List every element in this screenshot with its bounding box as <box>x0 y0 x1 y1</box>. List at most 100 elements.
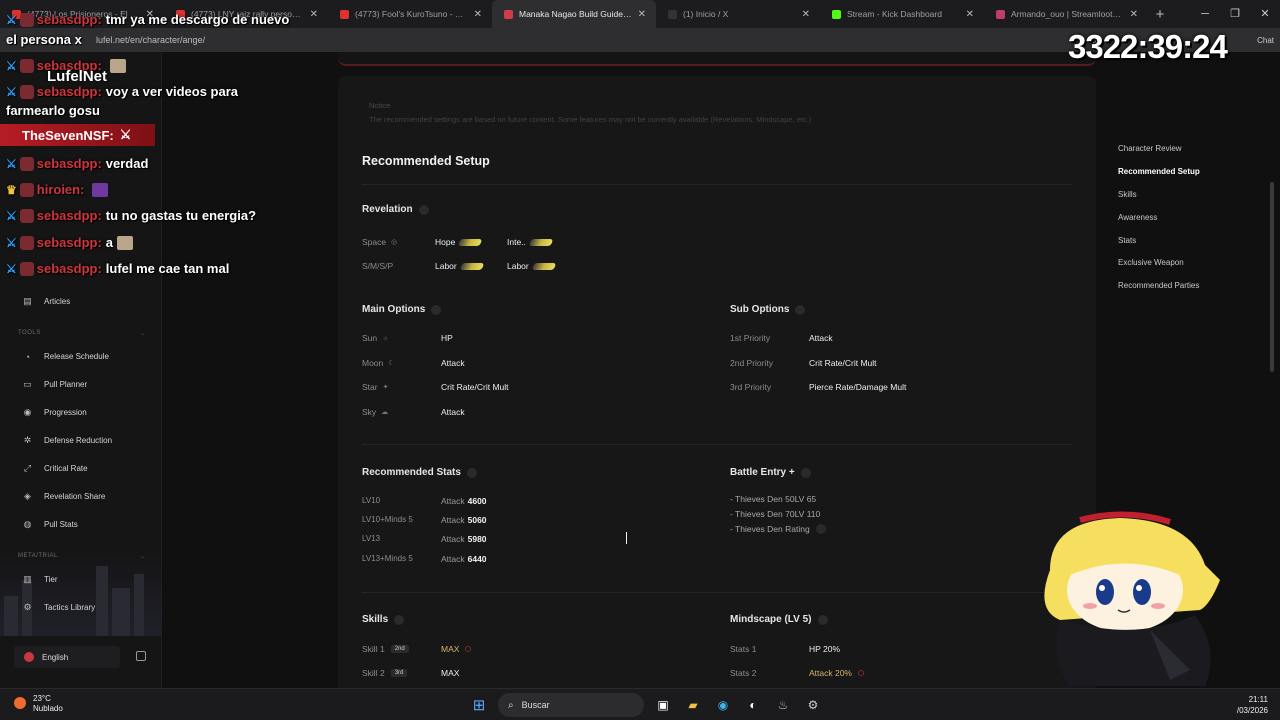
toc-recommended-parties[interactable]: Recommended Parties <box>1118 281 1199 290</box>
sidebar-section-meta[interactable]: META/TRIAL ⌄ <box>18 553 145 560</box>
help-icon[interactable] <box>800 467 811 478</box>
sidebar-item-tier[interactable]: ▥ Tier <box>22 574 57 585</box>
sidebar-item-defense-reduction[interactable]: ✲ Defense Reduction <box>22 435 112 446</box>
mascot-character-image <box>1044 511 1220 686</box>
skill-order-badge: 2nd <box>390 645 409 653</box>
taskbar-search[interactable]: ⌕ Buscar <box>498 693 644 717</box>
chat-message: ♛ hiroien: <box>6 182 109 197</box>
sidebar-item-tactics-library[interactable]: ⚙ Tactics Library <box>22 602 95 613</box>
notice-title: Notice <box>369 101 391 110</box>
site-logo[interactable]: LufelNet <box>47 68 107 85</box>
divider <box>362 592 1072 593</box>
toc-stats[interactable]: Stats <box>1118 236 1136 245</box>
maximize-icon[interactable]: ❐ <box>1220 0 1250 28</box>
revelation-label: Space ◎ <box>362 237 398 247</box>
toc-skills[interactable]: Skills <box>1118 190 1137 199</box>
option-label: Moon ☾ <box>362 358 395 368</box>
sidebar-item-release-schedule[interactable]: ◔ Release Schedule <box>22 351 109 362</box>
browser-tab[interactable]: Armando_ouo | Streamloots | Inte✕ <box>984 0 1148 28</box>
divider <box>362 184 1072 185</box>
revelation-card[interactable]: Hope <box>435 237 483 247</box>
help-icon[interactable] <box>795 304 806 315</box>
browser-tab[interactable]: (1) Inicio / X ✕ <box>656 0 820 28</box>
option-label: Star ✦ <box>362 382 389 392</box>
browser-tab-active[interactable]: Manaka Nagao Build Guide | Lufel✕ <box>492 0 656 28</box>
close-tab-icon[interactable]: ✕ <box>802 9 810 20</box>
help-icon[interactable] <box>418 204 429 215</box>
skill-order-badge: 3rd <box>390 669 408 677</box>
emote-icon <box>92 182 109 197</box>
weather-widget[interactable]: 23°C Nublado <box>14 694 63 714</box>
close-window-icon[interactable]: ✕ <box>1250 0 1280 28</box>
help-icon[interactable] <box>431 304 442 315</box>
sidebar-item-pull-planner[interactable]: ▭ Pull Planner <box>22 379 87 390</box>
file-explorer-icon[interactable]: ▰ <box>682 694 704 716</box>
city-silhouette-decoration <box>0 552 162 636</box>
battle-entry-item: - Thieves Den Rating <box>730 524 826 534</box>
card-icon <box>459 262 485 270</box>
help-icon[interactable] <box>817 614 828 625</box>
close-tab-icon[interactable]: ✕ <box>1130 9 1138 20</box>
help-icon[interactable] <box>466 467 477 478</box>
streamloots-icon <box>996 9 1005 19</box>
card-icon <box>528 238 554 246</box>
sidebar-section-tools[interactable]: TOOLS ⌄ <box>18 330 145 337</box>
browser-icon[interactable]: ◐ <box>742 694 764 716</box>
help-icon[interactable] <box>394 614 405 625</box>
revelation-card[interactable]: Inte.. <box>507 237 554 247</box>
chat-button[interactable]: Chat <box>1257 36 1274 45</box>
sidebar-item-progression[interactable]: ◉ Progression <box>22 407 87 418</box>
language-selector[interactable]: English <box>14 646 120 668</box>
chat-highlight-banner: TheSevenNSF: ⚔ <box>0 124 155 146</box>
avatar <box>19 12 34 27</box>
sword-icon: ⚔ <box>119 127 132 142</box>
scrollbar[interactable] <box>1270 182 1274 372</box>
sword-icon: ⚔ <box>6 261 17 276</box>
avatar <box>19 58 34 73</box>
collapse-sidebar-icon[interactable] <box>136 651 146 661</box>
card-icon <box>458 238 483 246</box>
revelation-heading: Revelation <box>362 204 429 215</box>
browser-tab[interactable]: (4773) Fool's KuroTsuno - YouTube✕ <box>328 0 492 28</box>
system-clock[interactable]: 21:11 /03/2026 <box>1237 694 1268 716</box>
sword-icon: ⚔ <box>6 208 17 223</box>
option-label: Sun ☼ <box>362 333 389 343</box>
stat-value: Attack 5060 <box>441 515 487 525</box>
taskbar: 23°C Nublado ⊞ ⌕ Buscar ▣ ▰ ◉ ◐ ♨ ⚙ 21:11… <box>0 688 1280 720</box>
sidebar-item-pull-stats[interactable]: ◍ Pull Stats <box>22 519 78 530</box>
toc-exclusive-weapon[interactable]: Exclusive Weapon <box>1118 258 1184 267</box>
steam-icon[interactable]: ♨ <box>772 694 794 716</box>
revelation-card[interactable]: Labor <box>507 261 557 271</box>
chat-message: ⚔ sebasdpp: tmr ya me descargo de nuevo <box>6 12 290 27</box>
new-tab-button[interactable]: + <box>1148 6 1172 23</box>
start-menu-icon[interactable]: ⊞ <box>468 694 490 716</box>
sidebar-item-critical-rate[interactable]: ⤢ Critical Rate <box>22 463 88 474</box>
browser-tab[interactable]: Stream - Kick Dashboard ✕ <box>820 0 984 28</box>
close-tab-icon[interactable]: ✕ <box>474 9 482 20</box>
sword-icon: ⚔ <box>6 58 17 73</box>
share-icon: ◈ <box>24 491 31 501</box>
library-icon: ⚙ <box>23 602 32 612</box>
kick-icon <box>832 9 841 19</box>
search-icon: ⌕ <box>508 699 514 711</box>
toc-character-review[interactable]: Character Review <box>1118 144 1182 153</box>
chat-message: ⚔ sebasdpp: a <box>6 235 134 250</box>
battle-entry-heading: Battle Entry + <box>730 467 811 478</box>
stat-value: Attack 6440 <box>441 554 487 564</box>
emote-icon <box>109 58 126 73</box>
app-icon[interactable]: ⚙ <box>802 694 824 716</box>
toc-awareness[interactable]: Awareness <box>1118 213 1157 222</box>
sidebar-item-revelation-share[interactable]: ◈ Revelation Share <box>22 491 105 502</box>
mindscape-value: HP 20% <box>809 644 841 654</box>
edge-browser-icon[interactable]: ◉ <box>712 694 734 716</box>
warning-dot-icon <box>858 670 864 676</box>
toc-recommended-setup[interactable]: Recommended Setup <box>1118 167 1200 176</box>
revelation-card[interactable]: Labor <box>435 261 485 271</box>
info-icon: ◎ <box>391 239 398 246</box>
close-tab-icon[interactable]: ✕ <box>638 9 646 20</box>
minimize-icon[interactable]: ─ <box>1190 0 1220 28</box>
stats-icon: ◍ <box>23 519 32 529</box>
task-view-icon[interactable]: ▣ <box>652 694 674 716</box>
close-tab-icon[interactable]: ✕ <box>966 9 974 20</box>
help-icon[interactable] <box>815 524 826 534</box>
